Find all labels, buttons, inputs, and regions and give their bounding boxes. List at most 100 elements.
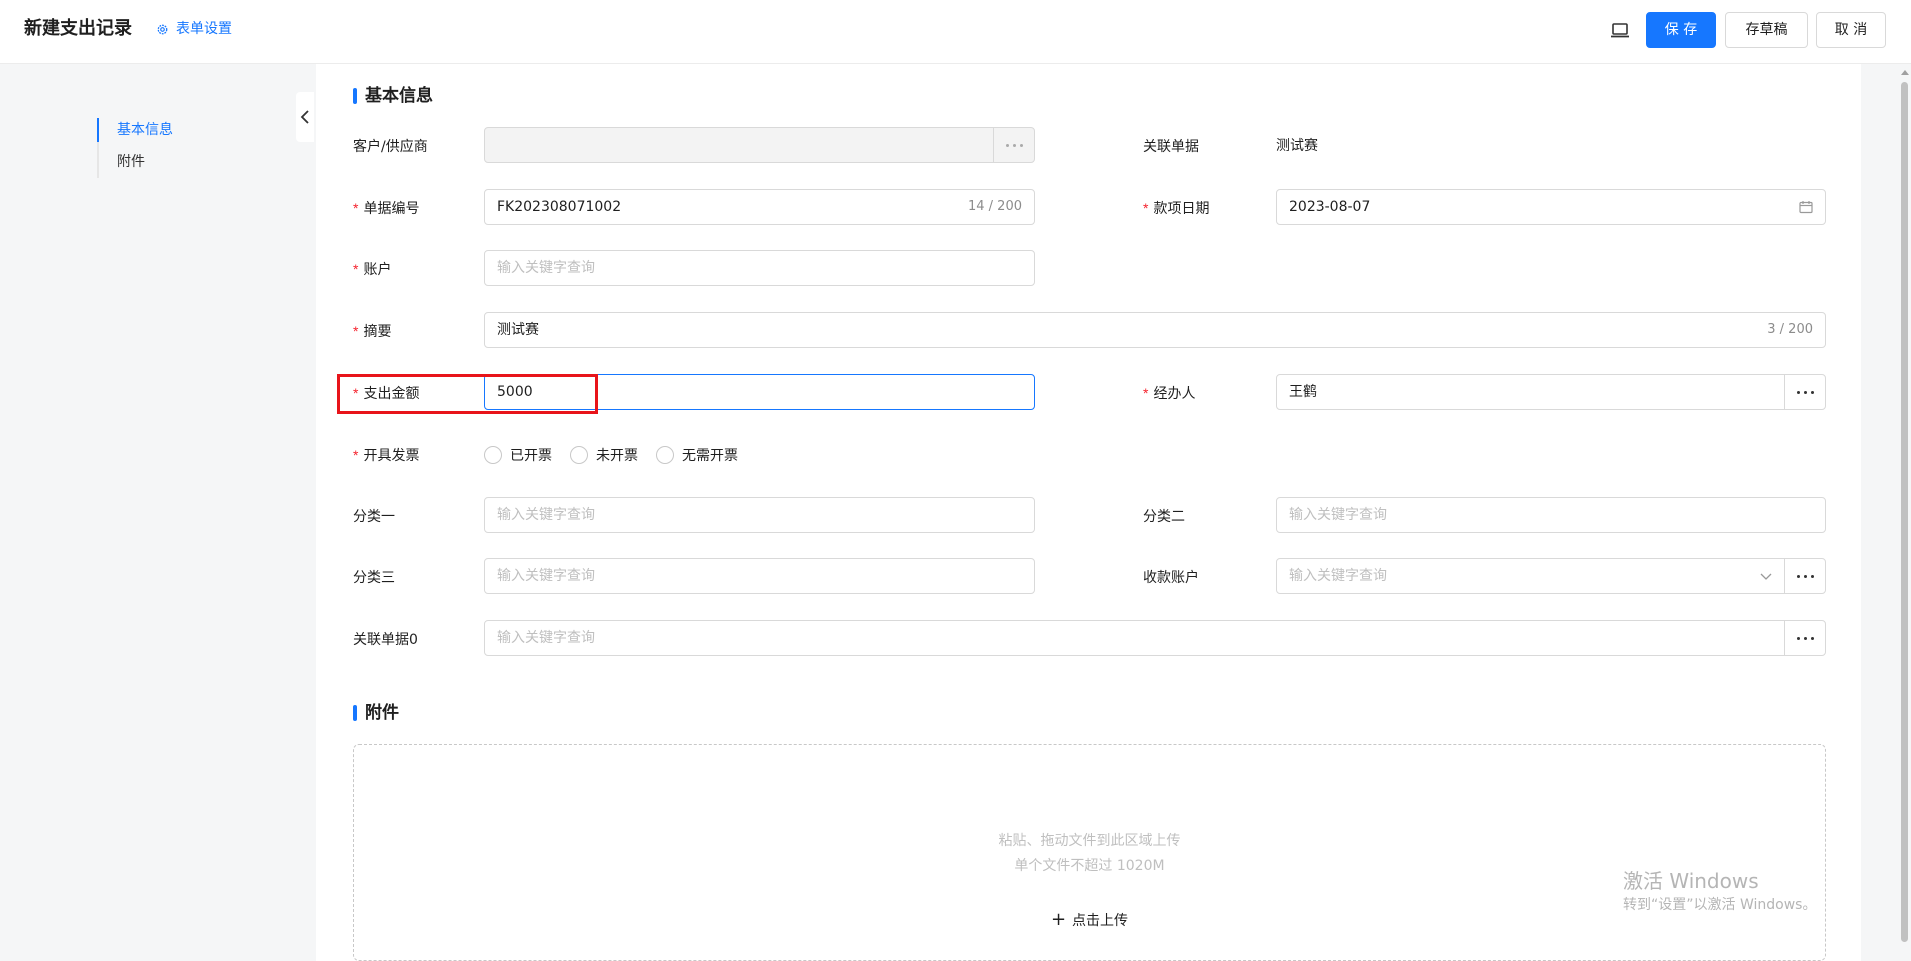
- customer-field[interactable]: [484, 127, 994, 163]
- related-doc-label: 关联单据: [1143, 139, 1199, 155]
- cat2-label: 分类二: [1143, 509, 1185, 525]
- radio-circle[interactable]: [656, 446, 674, 464]
- radio-label: 已开票: [510, 448, 552, 464]
- doc-no-label-text: 单据编号: [363, 201, 420, 217]
- required-mark: *: [353, 447, 359, 463]
- chevron-left-icon: [300, 110, 309, 124]
- more-dot: [1005, 143, 1009, 147]
- doc-no-char-count: 14 / 200: [968, 199, 1022, 214]
- windows-activation-watermark: 激活 Windows: [1623, 869, 1759, 893]
- related-doc0-label: 关联单据0: [353, 632, 418, 648]
- receive-account-picker-button[interactable]: [1784, 558, 1826, 594]
- gear-icon: [157, 24, 168, 34]
- more-dot: [1803, 636, 1807, 640]
- upload-dropzone[interactable]: 粘贴、拖动文件到此区域上传 单个文件不超过 1020M + 点击上传: [353, 744, 1826, 961]
- form-settings-label: 表单设置: [176, 21, 232, 37]
- invoice-label: * 开具发票: [353, 445, 419, 466]
- vertical-scrollbar[interactable]: [1898, 64, 1911, 961]
- scroll-up-arrow-icon[interactable]: [1901, 70, 1909, 75]
- cat2-placeholder: 输入关键字查询: [1289, 507, 1387, 523]
- account-input[interactable]: 输入关键字查询: [484, 250, 1035, 286]
- invoice-option-not-needed[interactable]: 无需开票: [656, 445, 738, 465]
- section-title-basic-info: 基本信息: [353, 84, 433, 108]
- summary-input[interactable]: 测试赛 3 / 200: [484, 312, 1826, 348]
- anchor-item-basic-info[interactable]: 基本信息: [117, 118, 173, 142]
- plus-icon: +: [1050, 909, 1067, 930]
- chevron-down-icon: [1760, 573, 1772, 580]
- invoice-option-issued[interactable]: 已开票: [484, 445, 552, 465]
- top-header: 新建支出记录 表单设置 保 存 存草稿 取 消: [0, 0, 1911, 64]
- radio-label: 无需开票: [682, 448, 738, 464]
- upload-hint: 粘贴、拖动文件到此区域上传: [998, 833, 1181, 849]
- more-dot: [1019, 143, 1023, 147]
- required-mark: *: [1143, 385, 1149, 401]
- anchor-active-indicator: [97, 118, 99, 142]
- invoice-option-not-issued[interactable]: 未开票: [570, 445, 638, 465]
- handler-value: 王鹤: [1289, 384, 1317, 400]
- pay-date-label: * 款项日期: [1143, 198, 1209, 219]
- radio-label: 未开票: [596, 448, 638, 464]
- related-doc-value[interactable]: 测试赛: [1276, 136, 1318, 156]
- page-title: 新建支出记录: [24, 18, 132, 39]
- handler-label-text: 经办人: [1153, 386, 1196, 402]
- invoice-label-text: 开具发票: [363, 448, 420, 464]
- handler-input[interactable]: 王鹤: [1276, 374, 1785, 410]
- more-dot: [1803, 390, 1807, 394]
- account-placeholder: 输入关键字查询: [497, 260, 595, 276]
- handler-label: * 经办人: [1143, 383, 1195, 404]
- upload-size-limit: 单个文件不超过 1020M: [1014, 858, 1165, 874]
- calendar-icon: [1799, 201, 1813, 214]
- summary-value: 测试赛: [497, 322, 539, 338]
- required-mark: *: [353, 323, 359, 339]
- required-mark: *: [353, 261, 359, 277]
- related-doc0-placeholder: 输入关键字查询: [497, 630, 595, 646]
- required-mark: *: [353, 200, 359, 216]
- receive-account-placeholder: 输入关键字查询: [1289, 568, 1387, 584]
- pay-date-picker[interactable]: 2023-08-07: [1276, 189, 1826, 225]
- cat2-input[interactable]: 输入关键字查询: [1276, 497, 1826, 533]
- handler-picker-button[interactable]: [1784, 374, 1826, 410]
- save-draft-button[interactable]: 存草稿: [1725, 12, 1808, 48]
- more-dot: [1803, 574, 1807, 578]
- summary-char-count: 3 / 200: [1767, 322, 1813, 337]
- click-upload-button[interactable]: + 点击上传: [354, 910, 1825, 931]
- cat1-label: 分类一: [353, 509, 395, 525]
- upload-label: 点击上传: [1072, 913, 1129, 929]
- more-dot: [1810, 574, 1814, 578]
- doc-no-input[interactable]: FK202308071002 14 / 200: [484, 189, 1035, 225]
- scrollbar-thumb[interactable]: [1901, 82, 1908, 942]
- doc-no-label: * 单据编号: [353, 198, 419, 219]
- annotation-highlight-box: [337, 374, 598, 414]
- save-button[interactable]: 保 存: [1646, 12, 1716, 48]
- summary-label: * 摘要: [353, 321, 391, 342]
- anchor-item-attachments[interactable]: 附件: [117, 150, 145, 174]
- related-doc0-picker-button[interactable]: [1784, 620, 1826, 656]
- pay-date-value: 2023-08-07: [1289, 199, 1371, 215]
- receive-account-label: 收款账户: [1143, 570, 1199, 586]
- cat1-placeholder: 输入关键字查询: [497, 507, 595, 523]
- anchor-sidebar: 基本信息 附件: [0, 64, 316, 961]
- account-label: * 账户: [353, 259, 391, 280]
- more-dot: [1810, 636, 1814, 640]
- doc-no-value: FK202308071002: [497, 199, 622, 215]
- related-doc0-input[interactable]: 输入关键字查询: [484, 620, 1785, 656]
- section-title-attachments: 附件: [353, 701, 399, 725]
- more-dot: [1810, 390, 1814, 394]
- receive-account-select[interactable]: 输入关键字查询: [1276, 558, 1785, 594]
- laptop-icon[interactable]: [1610, 20, 1630, 40]
- cat3-placeholder: 输入关键字查询: [497, 568, 595, 584]
- form-settings-link[interactable]: 表单设置: [156, 19, 232, 39]
- radio-circle[interactable]: [484, 446, 502, 464]
- customer-picker-button[interactable]: [993, 127, 1035, 163]
- cat3-input[interactable]: 输入关键字查询: [484, 558, 1035, 594]
- cat1-input[interactable]: 输入关键字查询: [484, 497, 1035, 533]
- collapse-sidebar-button[interactable]: [296, 92, 314, 142]
- more-dot: [1796, 390, 1800, 394]
- pay-date-label-text: 款项日期: [1153, 201, 1210, 217]
- account-label-text: 账户: [363, 262, 392, 278]
- radio-circle[interactable]: [570, 446, 588, 464]
- cancel-button[interactable]: 取 消: [1816, 12, 1886, 48]
- more-dot: [1012, 143, 1016, 147]
- more-dot: [1796, 574, 1800, 578]
- customer-label: 客户/供应商: [353, 139, 428, 155]
